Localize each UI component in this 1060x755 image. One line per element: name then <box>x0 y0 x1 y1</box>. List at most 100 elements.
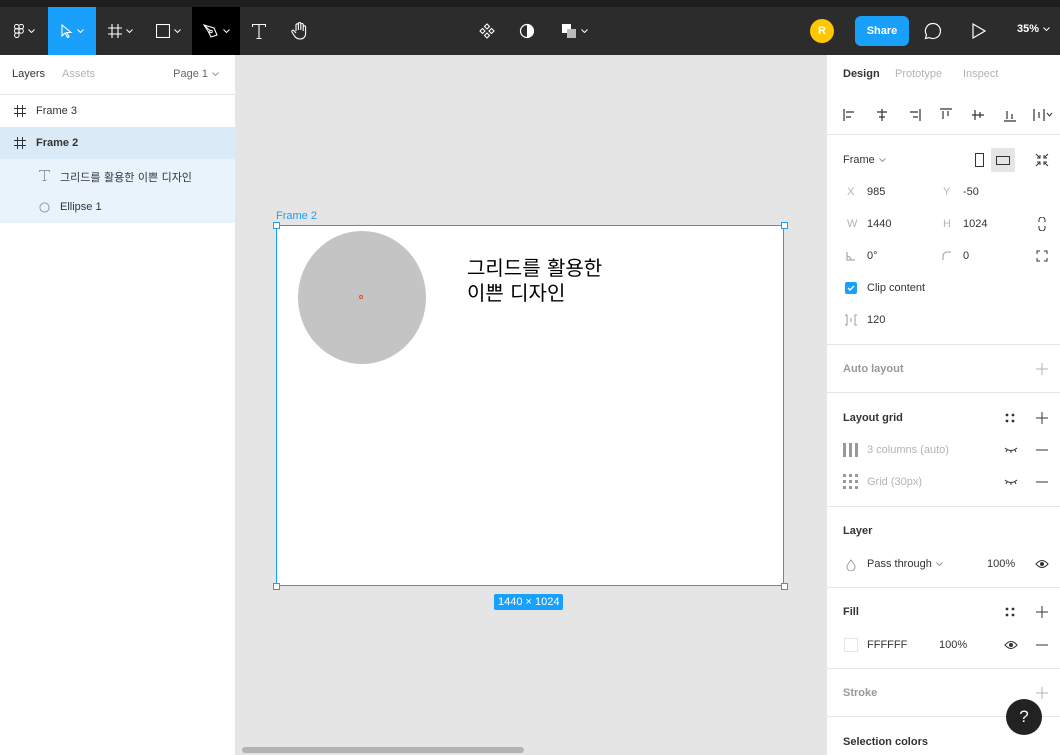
layer-row-frame-2[interactable]: Frame 2 <box>0 127 235 159</box>
tab-assets[interactable]: Assets <box>62 68 95 80</box>
frame-tool-button[interactable] <box>96 7 144 55</box>
layer-name: Frame 3 <box>36 105 77 117</box>
align-right-icon[interactable] <box>906 107 922 123</box>
layer-name: Ellipse 1 <box>60 201 102 213</box>
w-input[interactable]: 1440 <box>867 218 891 230</box>
pen-tool-button[interactable] <box>192 7 240 55</box>
page-selector[interactable]: Page 1 <box>173 68 219 80</box>
align-vertical-center-icon[interactable] <box>970 107 986 123</box>
styles-grid-icon[interactable] <box>1002 604 1018 620</box>
component-tool-button[interactable] <box>474 7 500 55</box>
fill-color-swatch[interactable] <box>844 638 858 652</box>
clip-content-checkbox[interactable] <box>845 282 857 294</box>
tab-layers[interactable]: Layers <box>12 68 45 80</box>
blend-mode-dropdown[interactable]: Pass through <box>867 558 943 570</box>
add-stroke-icon[interactable] <box>1034 685 1050 701</box>
remove-icon[interactable] <box>1034 442 1050 458</box>
independent-corners-icon[interactable] <box>1034 248 1050 264</box>
move-tool-button[interactable] <box>48 7 96 55</box>
corner-radius-icon <box>939 248 955 264</box>
fill-opacity-input[interactable]: 100% <box>939 639 967 651</box>
layout-grid-section: Layout grid 3 columns (auto) Grid (30px) <box>827 393 1060 507</box>
add-fill-icon[interactable] <box>1034 604 1050 620</box>
constrain-proportions-icon[interactable] <box>1034 216 1050 232</box>
remove-icon[interactable] <box>1034 474 1050 490</box>
comments-button[interactable] <box>920 7 946 55</box>
corner-radius-input[interactable]: 0 <box>963 250 969 262</box>
eye-icon[interactable] <box>1003 637 1019 653</box>
frame-text[interactable]: 그리드를 활용한 이쁜 디자인 <box>467 256 602 306</box>
rectangle-icon <box>155 24 170 38</box>
shape-tool-button[interactable] <box>144 7 192 55</box>
present-button[interactable] <box>966 7 992 55</box>
frame-hash-icon <box>107 24 122 38</box>
tab-prototype[interactable]: Prototype <box>895 68 942 80</box>
help-button[interactable]: ? <box>1006 699 1042 735</box>
layer-opacity-input[interactable]: 100% <box>987 558 1015 570</box>
layer-row-ellipse[interactable]: Ellipse 1 <box>0 191 235 223</box>
resize-handle-bottom-right[interactable] <box>781 583 788 590</box>
h-input[interactable]: 1024 <box>963 218 987 230</box>
hand-tool-button[interactable] <box>280 7 318 55</box>
grid-dots-icon <box>843 474 859 490</box>
tab-inspect[interactable]: Inspect <box>963 68 998 80</box>
resize-handle-top-right[interactable] <box>781 222 788 229</box>
move-cursor-icon <box>60 24 73 38</box>
portrait-icon[interactable] <box>971 152 987 168</box>
layer-name: 그리드를 활용한 이쁜 디자인 <box>60 171 192 184</box>
tab-design[interactable]: Design <box>843 68 880 80</box>
add-auto-layout-icon[interactable] <box>1034 361 1050 377</box>
align-top-icon[interactable] <box>938 107 954 123</box>
rotation-input[interactable]: 0° <box>867 250 878 262</box>
layout-grid-title: Layout grid <box>843 412 903 424</box>
layout-grid-item-label[interactable]: Grid (30px) <box>867 476 922 488</box>
hand-icon <box>291 22 307 40</box>
layer-row-frame-3[interactable]: Frame 3 <box>0 95 235 127</box>
component-icon <box>479 23 495 39</box>
align-bottom-icon[interactable] <box>1002 107 1018 123</box>
size-badge: 1440 × 1024 <box>494 594 564 610</box>
chevron-down-icon <box>222 29 230 33</box>
y-input[interactable]: -50 <box>963 186 979 198</box>
boolean-tool-button[interactable] <box>556 7 592 55</box>
user-avatar[interactable]: R <box>810 19 834 43</box>
add-layout-grid-icon[interactable] <box>1034 410 1050 426</box>
styles-grid-icon[interactable] <box>1002 410 1018 426</box>
frame-section: Frame X 985 Y -50 W 1440 H 1024 0° 0 Cli… <box>827 135 1060 345</box>
share-button[interactable]: Share <box>855 16 909 46</box>
chevron-down-icon <box>125 29 133 33</box>
rotation-icon <box>843 248 859 264</box>
distribute-icon[interactable] <box>1032 107 1056 123</box>
zoom-dropdown[interactable]: 35% <box>1017 23 1050 35</box>
eye-icon[interactable] <box>1034 556 1050 572</box>
frame-2[interactable]: 그리드를 활용한 이쁜 디자인 <box>276 225 784 586</box>
landscape-icon[interactable] <box>991 148 1015 172</box>
ellipse-1[interactable] <box>298 231 426 364</box>
main-menu-button[interactable] <box>0 7 48 55</box>
mask-tool-button[interactable] <box>514 7 540 55</box>
alignment-toolbar <box>827 95 1060 135</box>
layer-row-text[interactable]: 그리드를 활용한 이쁜 디자인 <box>0 159 235 191</box>
zoom-value: 35% <box>1017 23 1040 35</box>
spacing-icon <box>843 312 859 328</box>
h-label: H <box>943 218 951 230</box>
eye-closed-icon[interactable] <box>1003 474 1019 490</box>
x-label: X <box>847 186 855 198</box>
resize-handle-bottom-left[interactable] <box>273 583 280 590</box>
left-panel-tabs: Layers Assets Page 1 <box>0 55 235 95</box>
frame-type-dropdown[interactable]: Frame <box>843 154 886 166</box>
fill-hex-input[interactable]: FFFFFF <box>867 639 907 651</box>
frame-label[interactable]: Frame 2 <box>276 210 317 222</box>
text-tool-button[interactable] <box>240 7 278 55</box>
canvas[interactable]: Frame 2 그리드를 활용한 이쁜 디자인 1440 × 1024 <box>236 55 826 755</box>
layout-grid-item-label[interactable]: 3 columns (auto) <box>867 444 949 456</box>
resize-handle-top-left[interactable] <box>273 222 280 229</box>
align-left-icon[interactable] <box>842 107 858 123</box>
resize-to-fit-icon[interactable] <box>1034 152 1050 168</box>
spacing-input[interactable]: 120 <box>867 314 885 326</box>
eye-closed-icon[interactable] <box>1003 442 1019 458</box>
align-horizontal-center-icon[interactable] <box>874 107 890 123</box>
x-input[interactable]: 985 <box>867 186 885 198</box>
remove-icon[interactable] <box>1034 637 1050 653</box>
horizontal-scrollbar[interactable] <box>242 747 524 753</box>
